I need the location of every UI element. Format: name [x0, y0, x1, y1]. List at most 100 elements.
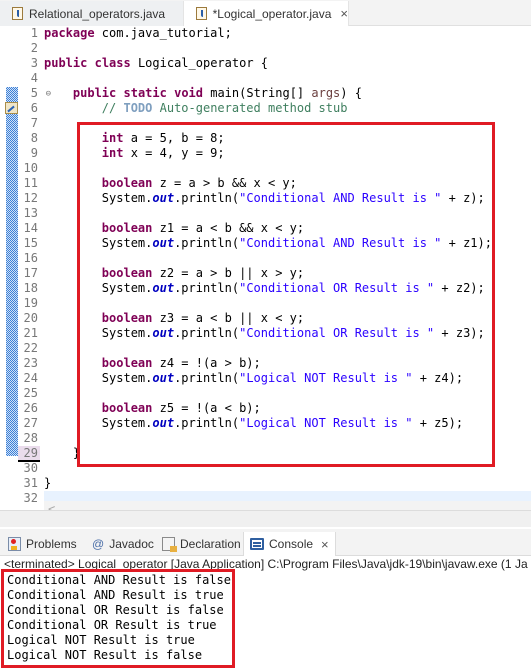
- line-number-current: 29: [18, 446, 40, 462]
- line-number: 24: [23, 371, 38, 385]
- code-text: Logical_operator {: [130, 56, 268, 70]
- code-line: public class Logical_operator {: [44, 56, 531, 71]
- code-text: + z);: [441, 191, 485, 205]
- line-number: 12: [23, 191, 38, 205]
- code-text: z2 = a > b || x > y;: [152, 266, 305, 280]
- console-output-line: Conditional AND Result is false: [7, 573, 231, 587]
- code-line: boolean z3 = a < b || x < y;: [44, 311, 531, 326]
- string-literal: "Conditional AND Result is ": [239, 236, 442, 250]
- tab-declaration[interactable]: Declaration: [162, 532, 241, 556]
- code-line: System.out.println("Conditional OR Resul…: [44, 326, 531, 341]
- line-number: 11: [23, 176, 38, 190]
- keyword: int: [101, 146, 124, 160]
- keyword: boolean: [101, 356, 153, 370]
- line-number: 8: [30, 131, 38, 145]
- static-field: out: [152, 281, 175, 295]
- code-text: System.: [101, 416, 153, 430]
- close-icon[interactable]: ×: [321, 537, 329, 552]
- javadoc-icon: @: [92, 537, 105, 551]
- code-text: .println(: [174, 236, 240, 250]
- code-line: boolean z4 = !(a > b);: [44, 356, 531, 371]
- line-number: 28: [23, 431, 38, 445]
- java-file-icon: [12, 7, 23, 20]
- comment: Auto-generated method stub: [152, 101, 348, 115]
- line-number: 3: [30, 56, 38, 70]
- code-line: }: [44, 476, 52, 490]
- line-number: 19: [23, 296, 38, 310]
- code-line: }: [44, 446, 81, 460]
- code-line: boolean z2 = a > b || x > y;: [44, 266, 531, 281]
- comment: //: [101, 101, 124, 115]
- line-number-gutter: 1 2 3 4 5 ⊖ 6 7 8 9 10 11 12 13 14 15 16 …: [18, 26, 51, 506]
- code-line: public static void main(String[] args) {: [44, 86, 531, 101]
- line-number: 18: [23, 281, 38, 295]
- console-output-line: Logical NOT Result is false: [7, 648, 203, 662]
- tab-label: Problems: [26, 537, 77, 551]
- tab-label: Console: [269, 537, 314, 551]
- code-text: z5 = !(a < b);: [152, 401, 261, 415]
- keyword: package: [44, 26, 95, 40]
- code-text: ) {: [340, 86, 362, 100]
- code-text: System.: [101, 191, 153, 205]
- code-line: System.out.println("Logical NOT Result i…: [44, 371, 531, 386]
- code-text: .println(: [174, 371, 240, 385]
- line-number: 32: [23, 491, 38, 505]
- problems-icon: [8, 537, 21, 551]
- line-number: 16: [23, 251, 38, 265]
- code-text: .println(: [174, 191, 240, 205]
- line-number: 7: [30, 116, 38, 130]
- keyword: boolean: [101, 266, 153, 280]
- code-text: main(String[]: [203, 86, 312, 100]
- line-number: 13: [23, 206, 38, 220]
- code-text: + z3);: [434, 326, 485, 340]
- tab-javadoc[interactable]: @ Javadoc: [92, 532, 154, 556]
- tab-problems[interactable]: Problems: [8, 532, 77, 556]
- close-icon[interactable]: ×: [340, 6, 348, 21]
- console-output-line: Conditional AND Result is true: [7, 588, 224, 602]
- line-number: 2: [30, 41, 38, 55]
- line-number: 20: [23, 311, 38, 325]
- tab-label: *Logical_operator.java: [212, 6, 332, 21]
- tab-console[interactable]: Console ×: [243, 532, 336, 556]
- string-literal: "Conditional AND Result is ": [239, 191, 442, 205]
- console-output-line: Conditional OR Result is false: [7, 603, 224, 617]
- code-line: boolean z1 = a < b && x < y;: [44, 221, 531, 236]
- tab-logical-operator[interactable]: *Logical_operator.java ×: [183, 1, 349, 26]
- line-number: 26: [23, 401, 38, 415]
- tab-label: Relational_operators.java: [29, 6, 166, 21]
- code-editor[interactable]: 1 2 3 4 5 ⊖ 6 7 8 9 10 11 12 13 14 15 16 …: [0, 26, 531, 517]
- code-text: .println(: [174, 326, 240, 340]
- code-text: .println(: [174, 416, 240, 430]
- code-text: z1 = a < b && x < y;: [152, 221, 305, 235]
- console-status-line: <terminated> Logical_operator [Java Appl…: [4, 557, 528, 571]
- keyword: public: [72, 86, 117, 100]
- line-number: 21: [23, 326, 38, 340]
- keyword: int: [101, 131, 124, 145]
- keyword: boolean: [101, 401, 153, 415]
- code-text: + z5);: [412, 416, 464, 430]
- line-number: 31: [23, 476, 38, 490]
- code-text-area[interactable]: package com.java_tutorial; public class …: [44, 26, 531, 506]
- tab-label: Javadoc: [109, 537, 154, 551]
- console-output[interactable]: Conditional AND Result is false Conditio…: [7, 573, 231, 663]
- code-text: + z4);: [412, 371, 464, 385]
- code-text: z4 = !(a > b);: [152, 356, 261, 370]
- keyword: boolean: [101, 221, 153, 235]
- code-line: System.out.println("Conditional AND Resu…: [44, 191, 531, 206]
- line-number: 14: [23, 221, 38, 235]
- keyword: boolean: [101, 176, 153, 190]
- console-output-line: Logical NOT Result is true: [7, 633, 195, 647]
- tab-relational-operators[interactable]: Relational_operators.java: [0, 1, 183, 26]
- code-line: System.out.println("Conditional OR Resul…: [44, 281, 531, 296]
- code-line: boolean z = a > b && x < y;: [44, 176, 531, 191]
- overview-ruler-selection: [6, 87, 18, 456]
- line-number: 5 ⊖: [18, 86, 51, 101]
